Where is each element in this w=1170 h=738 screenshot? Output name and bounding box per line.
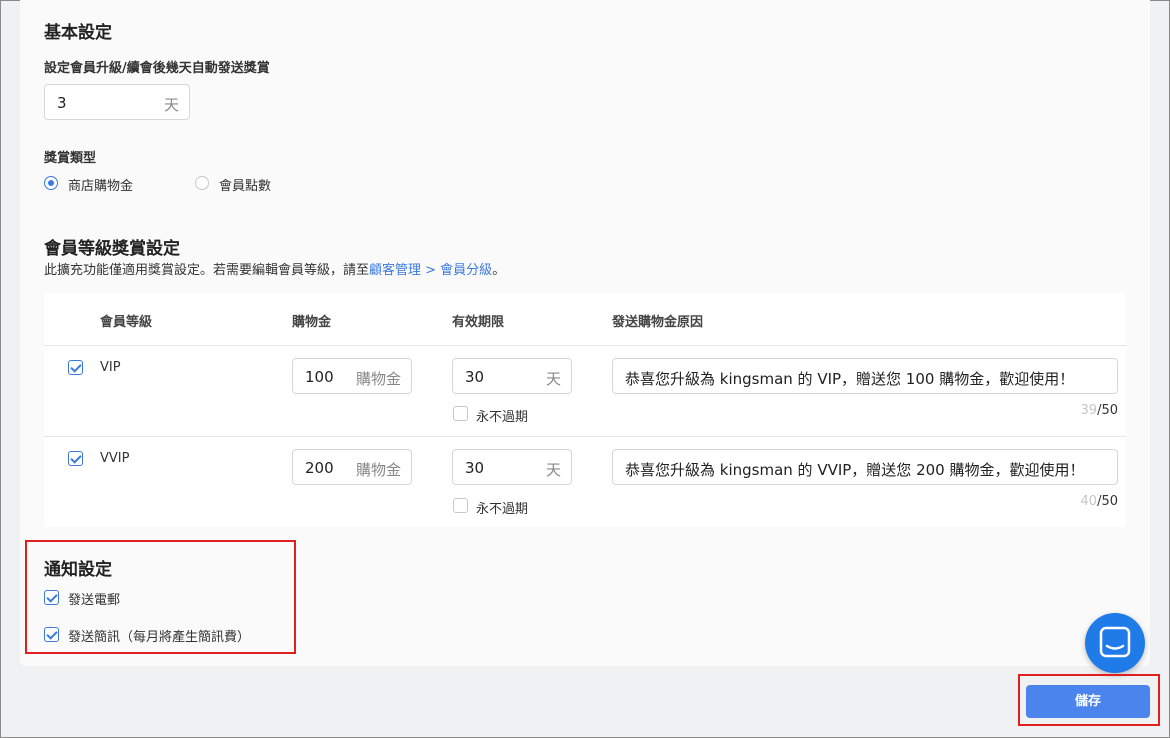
divider	[44, 436, 1126, 437]
validity-days-unit: 天	[545, 461, 561, 479]
reason-value: 恭喜您升級為 kingsman 的 VVIP，贈送您 200 購物金，歡迎使用！	[625, 461, 1085, 479]
chat-button[interactable]	[1085, 613, 1145, 673]
level-name: VVIP	[100, 451, 130, 466]
radio-store-credit[interactable]	[44, 176, 58, 190]
send-sms-checkbox[interactable]	[44, 627, 59, 642]
notification-settings-title: 通知設定	[44, 560, 112, 580]
validity-days-value: 30	[465, 459, 485, 477]
validity-days-value: 30	[465, 368, 485, 386]
reason-value: 恭喜您升級為 kingsman 的 VIP，贈送您 100 購物金，歡迎使用！	[625, 370, 1075, 388]
member-tier-link[interactable]: 顧客管理 > 會員分級	[369, 263, 492, 278]
char-counter: 40/50	[1081, 494, 1118, 509]
credit-value: 100	[305, 368, 334, 386]
days-unit: 天	[163, 96, 179, 114]
basic-settings-title: 基本設定	[44, 23, 112, 43]
description-suffix: 。	[492, 263, 506, 278]
char-count: 40	[1080, 494, 1098, 509]
days-input[interactable]: 3 天	[44, 84, 190, 120]
row-checkbox-vip[interactable]	[68, 360, 83, 375]
char-max: /50	[1097, 494, 1118, 509]
char-count: 39	[1080, 403, 1098, 418]
column-header-credit: 購物金	[292, 315, 332, 330]
credit-unit: 購物金	[355, 370, 401, 388]
description-text: 此擴充功能僅適用獎賞設定。若需要編輯會員等級，請至	[44, 263, 370, 278]
days-value: 3	[57, 94, 67, 112]
radio-member-points[interactable]	[195, 176, 209, 190]
days-label: 設定會員升級/續會後幾天自動發送獎賞	[44, 61, 270, 76]
credit-input[interactable]: 200 購物金	[292, 449, 412, 485]
tier-reward-table: 會員等級 購物金 有效期限 發送購物金原因 VIP 100 購物金 30 天 永…	[44, 293, 1126, 527]
send-email-label: 發送電郵	[68, 593, 121, 608]
send-email-checkbox[interactable]	[44, 590, 59, 605]
never-expire-label: 永不過期	[476, 410, 529, 425]
validity-days-input[interactable]: 30 天	[452, 449, 572, 485]
tier-reward-description: 此擴充功能僅適用獎賞設定。若需要編輯會員等級，請至顧客管理 > 會員分級。	[44, 259, 505, 278]
send-sms-label: 發送簡訊（每月將產生簡訊費）	[68, 630, 251, 645]
row-checkbox-vvip[interactable]	[68, 451, 83, 466]
char-max: /50	[1097, 403, 1118, 418]
column-header-validity: 有效期限	[452, 315, 505, 330]
never-expire-label: 永不過期	[476, 502, 529, 517]
char-counter: 39/50	[1081, 403, 1118, 418]
reward-type-label: 獎賞類型	[44, 151, 97, 166]
save-button[interactable]: 儲存	[1026, 685, 1150, 718]
chat-bubble-icon	[1099, 626, 1131, 658]
column-header-level: 會員等級	[100, 315, 153, 330]
validity-days-input[interactable]: 30 天	[452, 358, 572, 394]
reason-input[interactable]: 恭喜您升級為 kingsman 的 VIP，贈送您 100 購物金，歡迎使用！	[612, 358, 1118, 394]
level-name: VIP	[100, 360, 121, 375]
column-header-reason: 發送購物金原因	[612, 315, 704, 330]
tier-reward-title: 會員等級獎賞設定	[44, 239, 180, 259]
credit-input[interactable]: 100 購物金	[292, 358, 412, 394]
never-expire-checkbox[interactable]	[453, 498, 468, 513]
reason-input[interactable]: 恭喜您升級為 kingsman 的 VVIP，贈送您 200 購物金，歡迎使用！	[612, 449, 1118, 485]
radio-store-credit-label: 商店購物金	[68, 179, 134, 194]
validity-days-unit: 天	[545, 370, 561, 388]
credit-unit: 購物金	[355, 461, 401, 479]
radio-member-points-label: 會員點數	[219, 179, 272, 194]
credit-value: 200	[305, 459, 334, 477]
never-expire-checkbox[interactable]	[453, 406, 468, 421]
divider	[44, 345, 1126, 346]
